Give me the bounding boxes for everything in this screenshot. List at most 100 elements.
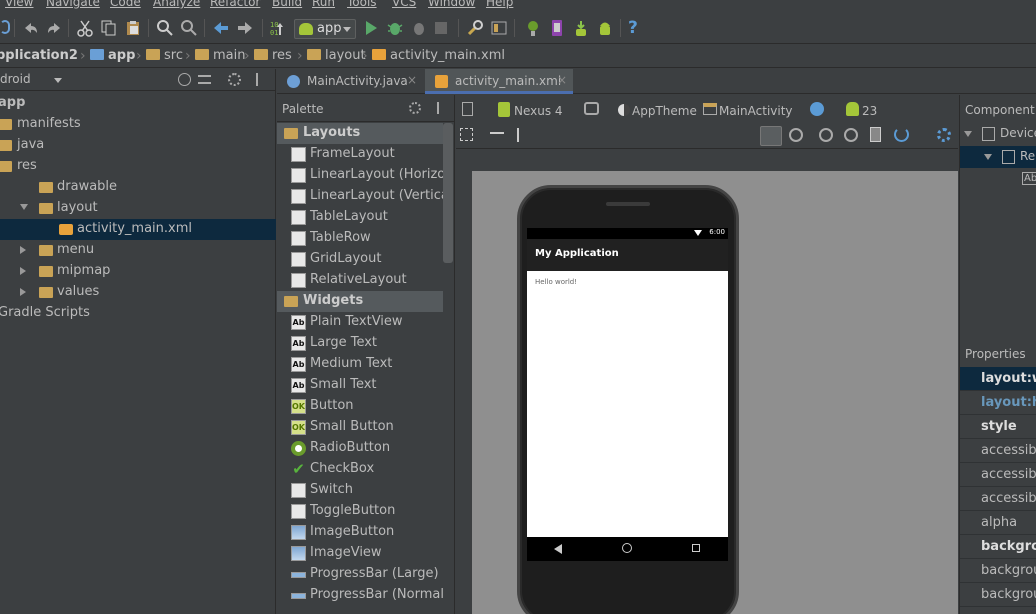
- find-usages-icon[interactable]: [180, 19, 198, 37]
- property-row[interactable]: accessibilityTraversalAfter: [960, 463, 1036, 487]
- redo-icon[interactable]: [45, 19, 63, 37]
- fit-screen-icon[interactable]: [460, 128, 473, 141]
- fill-height-icon[interactable]: [517, 128, 519, 142]
- chevron-right-icon[interactable]: [20, 288, 26, 296]
- palette-item[interactable]: TableLayout: [277, 207, 443, 228]
- back-icon[interactable]: [212, 19, 230, 37]
- component-tree-row[interactable]: Ab: [960, 169, 1036, 191]
- hello-textview[interactable]: Hello world!: [535, 278, 577, 286]
- chevron-down-icon[interactable]: [964, 131, 972, 137]
- menu-window[interactable]: Window: [428, 0, 475, 9]
- chevron-down-icon[interactable]: [54, 78, 62, 83]
- menu-view[interactable]: View: [5, 0, 33, 9]
- run-configuration-select[interactable]: app: [294, 19, 356, 39]
- breadcrumb-item[interactable]: activity_main.xml: [372, 48, 505, 63]
- tree-item-values[interactable]: values: [0, 282, 276, 303]
- api-level-select[interactable]: 23: [862, 104, 877, 118]
- close-icon[interactable]: ×: [407, 73, 417, 87]
- gear-icon[interactable]: [937, 128, 951, 142]
- forward-icon[interactable]: [236, 19, 254, 37]
- palette-item[interactable]: ✔ CheckBox: [277, 459, 443, 480]
- palette-item[interactable]: Ab Small Text: [277, 375, 443, 396]
- copy-icon[interactable]: [100, 19, 118, 37]
- palette-item[interactable]: LinearLayout (Horizontal): [277, 165, 443, 186]
- tree-item-layout[interactable]: layout: [0, 198, 276, 219]
- chevron-right-icon[interactable]: [20, 267, 26, 275]
- property-row[interactable]: alpha: [960, 511, 1036, 535]
- tree-item-res[interactable]: res: [0, 156, 276, 177]
- make-project-icon[interactable]: 10 01: [268, 19, 286, 37]
- tree-item-mipmap[interactable]: mipmap: [0, 261, 276, 282]
- breadcrumb-item[interactable]: res: [254, 48, 292, 63]
- hide-panel-icon[interactable]: [437, 102, 447, 114]
- palette-group-widgets[interactable]: Widgets: [277, 291, 443, 312]
- chevron-right-icon[interactable]: [20, 246, 26, 254]
- chevron-down-icon[interactable]: [984, 154, 992, 160]
- tree-item-drawable[interactable]: drawable: [0, 177, 276, 198]
- property-row[interactable]: accessibilityLiveRegion: [960, 439, 1036, 463]
- tree-item-menu[interactable]: menu: [0, 240, 276, 261]
- palette-item[interactable]: LinearLayout (Vertical): [277, 186, 443, 207]
- gear-icon[interactable]: [228, 73, 241, 86]
- breadcrumb-item[interactable]: layout: [307, 48, 366, 63]
- sync-icon[interactable]: [0, 20, 10, 34]
- screenshot-icon[interactable]: [870, 127, 881, 142]
- tab-activity-main-xml[interactable]: activity_main.xml ×: [425, 69, 573, 94]
- property-row[interactable]: style: [960, 415, 1036, 439]
- menu-run[interactable]: Run: [312, 0, 335, 9]
- tree-item-gradle-scripts[interactable]: Gradle Scripts: [0, 303, 276, 324]
- palette-scrollbar[interactable]: [443, 123, 453, 263]
- palette-item[interactable]: ProgressBar (Normal): [277, 585, 443, 606]
- component-tree-row[interactable]: RelativeLayout: [960, 146, 1036, 168]
- palette-item[interactable]: FrameLayout: [277, 144, 443, 165]
- layout-variant-icon[interactable]: [462, 102, 473, 116]
- palette-item[interactable]: RadioButton: [277, 438, 443, 459]
- menu-build[interactable]: Build: [272, 0, 302, 9]
- menu-navigate[interactable]: Navigate: [46, 0, 100, 9]
- property-row[interactable]: background: [960, 535, 1036, 559]
- theme-select[interactable]: AppTheme: [632, 104, 697, 118]
- menu-tools[interactable]: Tools: [347, 0, 377, 9]
- scroll-from-source-icon[interactable]: [178, 73, 191, 86]
- menu-refactor[interactable]: Refactor: [210, 0, 260, 9]
- find-icon[interactable]: [156, 19, 174, 37]
- fill-width-icon[interactable]: [490, 132, 504, 134]
- zoom-actual-size-icon[interactable]: [760, 126, 782, 146]
- refresh-icon[interactable]: [894, 127, 909, 142]
- tree-item-java[interactable]: java: [0, 135, 276, 156]
- palette-item[interactable]: TableRow: [277, 228, 443, 249]
- paste-icon[interactable]: [124, 19, 142, 37]
- palette-item[interactable]: ProgressBar (Large): [277, 564, 443, 585]
- palette-group-layouts[interactable]: Layouts: [277, 123, 443, 144]
- palette-item[interactable]: Ab Large Text: [277, 333, 443, 354]
- palette-item[interactable]: Ab Medium Text: [277, 354, 443, 375]
- palette-item[interactable]: OK Small Button: [277, 417, 443, 438]
- zoom-out-icon[interactable]: [844, 128, 858, 142]
- menu-analyze[interactable]: Analyze: [153, 0, 200, 9]
- breadcrumb-item[interactable]: main: [195, 48, 245, 63]
- locale-icon[interactable]: [810, 102, 824, 116]
- hide-panel-icon[interactable]: [256, 73, 269, 86]
- design-canvas[interactable]: 6:00 My Application Hello world!: [472, 171, 958, 614]
- undo-icon[interactable]: [22, 19, 40, 37]
- property-row[interactable]: layout:width: [960, 367, 1036, 391]
- breadcrumb-item[interactable]: app: [90, 48, 135, 63]
- palette-item[interactable]: ImageView: [277, 543, 443, 564]
- palette-item[interactable]: Ab Plain TextView: [277, 312, 443, 333]
- zoom-in-icon[interactable]: [819, 128, 833, 142]
- tree-item-app[interactable]: app: [0, 93, 276, 114]
- tree-item-activity-main-xml[interactable]: activity_main.xml: [0, 219, 276, 240]
- close-icon[interactable]: ×: [557, 73, 567, 87]
- property-row[interactable]: backgroundTintMode: [960, 583, 1036, 607]
- breadcrumb-item[interactable]: src: [146, 48, 183, 63]
- palette-item[interactable]: RelativeLayout: [277, 270, 443, 291]
- tree-item-manifests[interactable]: manifests: [0, 114, 276, 135]
- property-row[interactable]: layout:height: [960, 391, 1036, 415]
- device-select[interactable]: Nexus 4: [514, 104, 563, 118]
- palette-item[interactable]: ImageButton: [277, 522, 443, 543]
- breadcrumb-item[interactable]: pplication2: [0, 48, 78, 63]
- activity-select[interactable]: MainActivity: [719, 104, 793, 118]
- component-tree-row[interactable]: Device Screen: [960, 123, 1036, 145]
- menu-help[interactable]: Help: [486, 0, 513, 9]
- tab-mainactivity-java[interactable]: MainActivity.java ×: [277, 69, 423, 94]
